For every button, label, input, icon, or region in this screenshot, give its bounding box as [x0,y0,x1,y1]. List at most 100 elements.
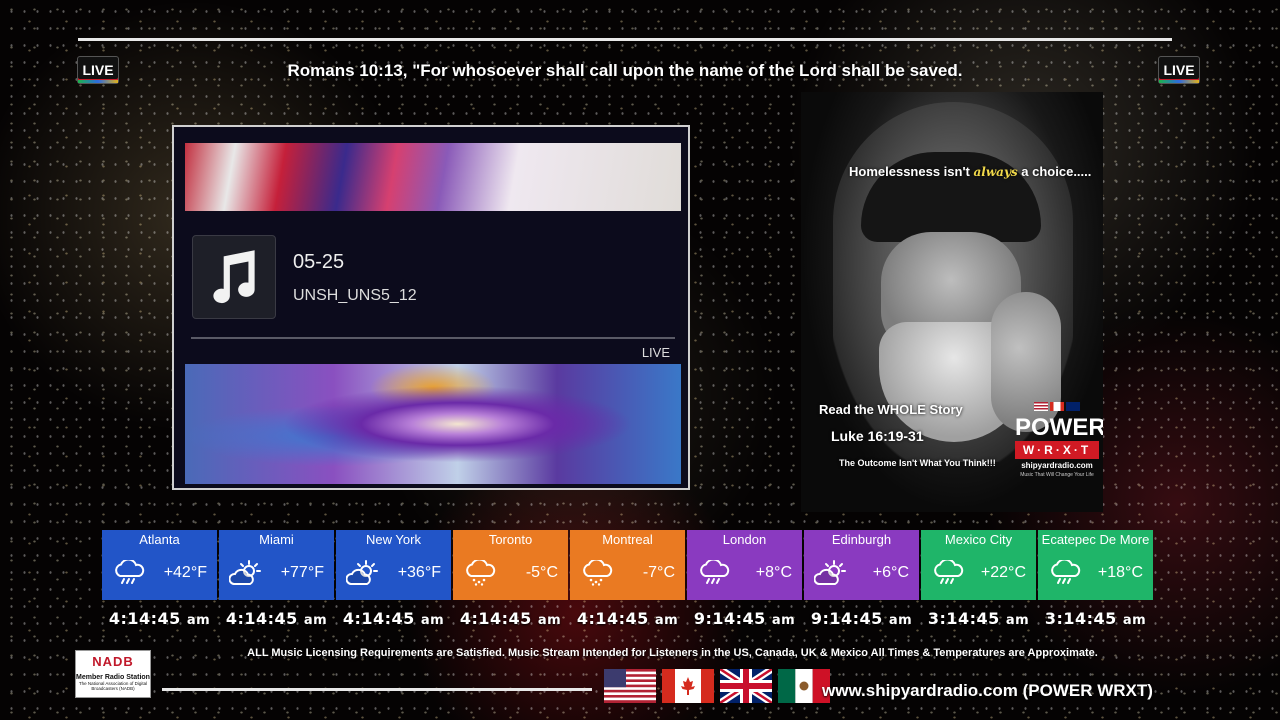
canada-flag-icon [1050,402,1064,411]
poster-cta: Read the WHOLE Story [819,402,963,417]
poster-reference: Luke 16:19-31 [831,428,924,444]
partly-cloudy-icon [228,560,263,586]
local-time: 4:14:45 am [219,609,334,628]
weather-temp: -5°C [525,564,558,581]
track-thumbnail [192,235,276,319]
weather-tile: New York +36°F [336,530,451,600]
weather-tile: Ecatepec De More +18°C [1038,530,1153,600]
brand-wrxt: W·R·X·T [1015,441,1099,459]
brand-power: POWER [1015,414,1103,441]
album-art-top [185,143,681,211]
weather-temp: -7°C [642,564,675,581]
local-time-ampm: am [1005,613,1030,628]
local-time-value: 3:14:45 [927,609,1000,628]
local-time-ampm: am [537,613,562,628]
homelessness-poster: Homelessness isn't always a choice..... … [801,92,1103,512]
partly-cloudy-icon [345,560,380,586]
weather-temp: +8°C [755,564,792,581]
weather-city: Atlanta [139,532,180,547]
scripture-ticker: Romans 10:13, "For whosoever shall call … [287,61,963,80]
weather-tile: Toronto -5°C [453,530,568,600]
live-label: LIVE [641,345,670,360]
rain-cloud-icon [1048,558,1082,586]
live-badge-left: LIVE [77,56,119,84]
local-time-value: 4:14:45 [459,609,532,628]
local-time: 3:14:45 am [1038,609,1153,628]
weather-temp: +6°C [872,564,909,581]
poster-headline-always: always [973,165,1018,179]
weather-tile: London +8°C [687,530,802,600]
us-flag-icon [604,669,656,703]
weather-tile: Montreal -7°C [570,530,685,600]
weather-temp: +22°C [980,564,1026,581]
progress-divider [191,337,675,339]
local-time: 9:14:45 am [804,609,919,628]
nadb-line1: Member Radio Station [76,674,150,681]
local-time: 9:14:45 am [687,609,802,628]
local-time-ampm: am [654,613,679,628]
poster-tagline: Music That Will Change Your Life [1020,472,1094,478]
local-time: 4:14:45 am [336,609,451,628]
local-time-ampm: am [771,613,796,628]
weather-tile: Miami +77°F [219,530,334,600]
nadb-member-badge[interactable]: NADB Member Radio Station The National A… [75,650,151,698]
weather-row: Atlanta +42°F Miami +77°F New York +36°F Toron… [102,530,1153,600]
rain-cloud-icon [112,558,146,586]
power-wrxt-logo: POWER W·R·X·T shipyardradio.com Music Th… [1015,402,1103,478]
local-time: 4:14:45 am [570,609,685,628]
top-divider [78,38,1172,41]
local-time-value: 4:14:45 [108,609,181,628]
music-note-icon [213,250,255,304]
weather-city: Toronto [488,532,533,547]
local-time-value: 4:14:45 [576,609,649,628]
mini-flags [1015,402,1099,411]
local-time-value: 9:14:45 [693,609,766,628]
nadb-logo: NADB [92,654,134,669]
poster-headline-end: a choice..... [1021,164,1092,179]
poster-headline: Homelessness isn't always a choice..... [849,164,1091,179]
local-time: 3:14:45 am [921,609,1036,628]
local-time-ampm: am [303,613,328,628]
partly-cloudy-icon [813,560,848,586]
poster-site: shipyardradio.com [1021,461,1093,470]
now-playing-card: 05-25 UNSH_UNS5_12 LIVE [172,125,690,490]
local-time-value: 4:14:45 [225,609,298,628]
track-subtitle: UNSH_UNS5_12 [293,287,417,304]
local-time: 4:14:45 am [453,609,568,628]
time-row: 4:14:45 am 4:14:45 am 4:14:45 am 4:14:45 am… [102,609,1153,628]
licensing-notice: ALL Music Licensing Requirements are Sat… [247,647,1098,659]
weather-city: New York [366,532,421,547]
station-website-link[interactable]: www.shipyardradio.com (POWER WRXT) [822,681,1153,701]
poster-headline-start: Homelessness isn't [849,164,970,179]
local-time: 4:14:45 am [102,609,217,628]
weather-tile: Edinburgh +6°C [804,530,919,600]
local-time-ampm: am [420,613,445,628]
uk-flag-icon [720,669,772,703]
weather-temp: +77°F [280,564,324,581]
nadb-line2: The National Association of Digital Broa… [78,681,148,691]
weather-temp: +18°C [1097,564,1143,581]
local-time-ampm: am [1122,613,1147,628]
local-time-value: 4:14:45 [342,609,415,628]
us-flag-icon [1034,402,1048,411]
weather-temp: +42°F [163,564,207,581]
rain-cloud-icon [931,558,965,586]
weather-city: Mexico City [944,532,1013,547]
snow-cloud-icon [580,558,614,586]
local-time-ampm: am [186,613,211,628]
canada-flag-icon [662,669,714,703]
weather-temp: +36°F [397,564,441,581]
rain-cloud-icon [697,558,731,586]
country-flags [604,669,830,703]
local-time-value: 3:14:45 [1044,609,1117,628]
poster-outcome: The Outcome Isn't What You Think!!! [839,458,996,468]
weather-city: Montreal [602,532,653,547]
weather-tile: Atlanta +42°F [102,530,217,600]
bottom-divider [162,688,592,691]
snow-cloud-icon [463,558,497,586]
album-art-bottom [185,364,681,484]
track-title: 05-25 [293,251,345,273]
weather-city: Ecatepec De More [1041,532,1150,547]
local-time-value: 9:14:45 [810,609,883,628]
weather-city: Miami [259,532,294,547]
